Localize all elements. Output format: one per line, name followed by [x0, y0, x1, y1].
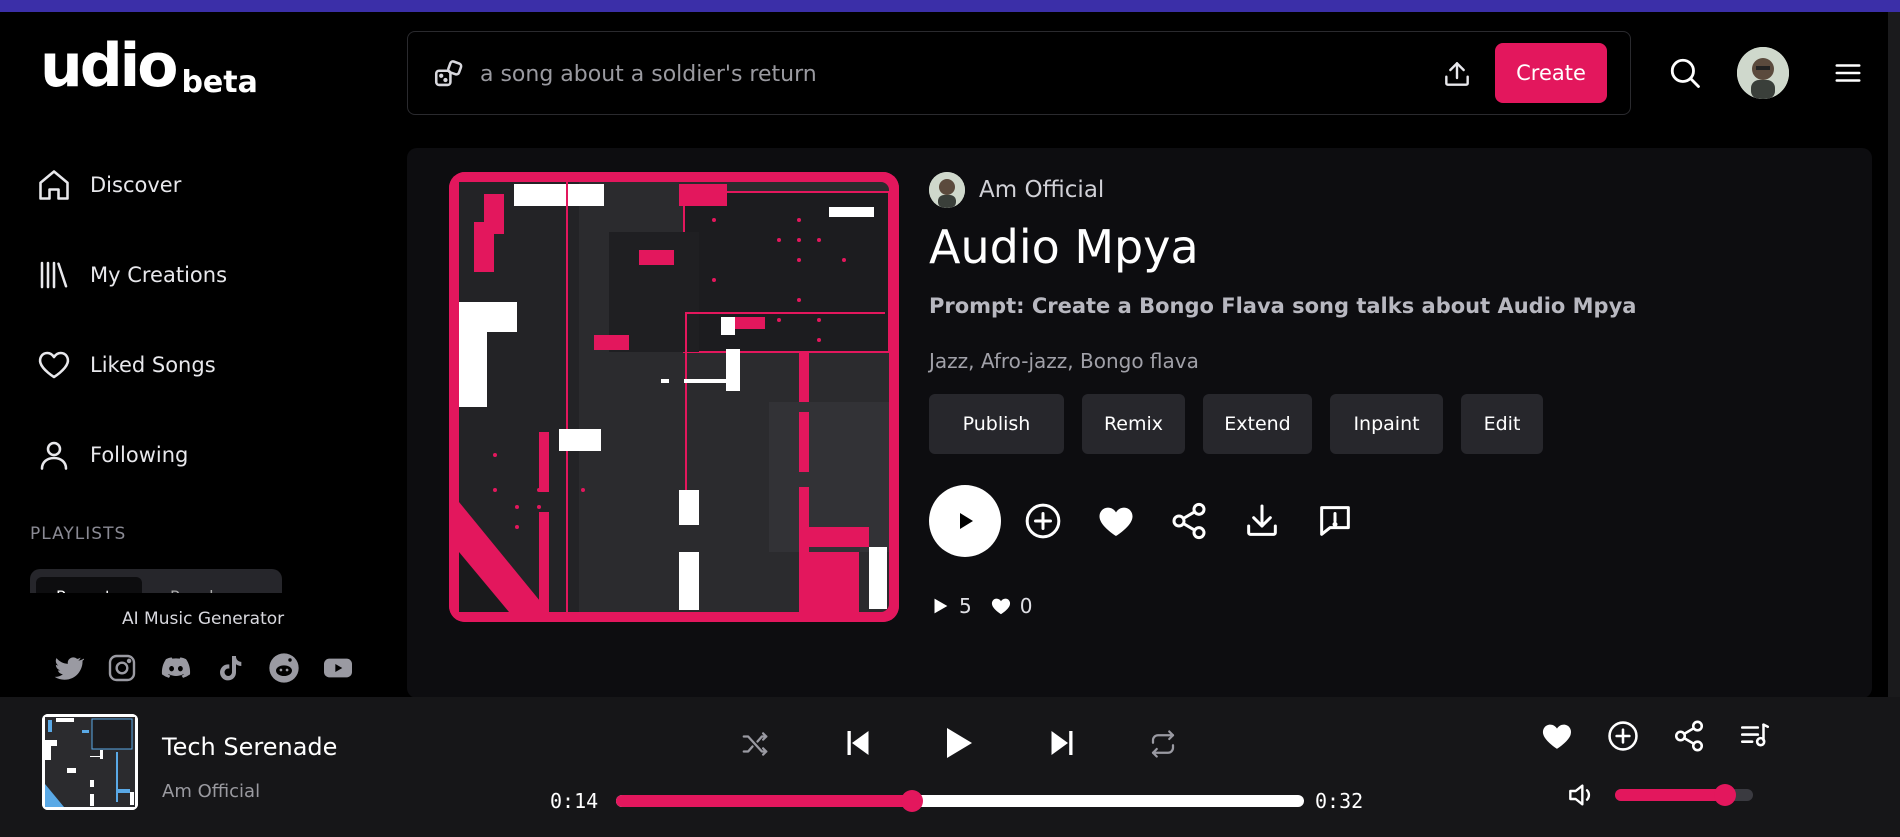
social-links [52, 652, 354, 684]
player-add-icon[interactable] [1606, 719, 1640, 753]
youtube-icon[interactable] [322, 652, 354, 684]
add-to-playlist-icon[interactable] [1023, 501, 1063, 541]
like-count-icon [991, 598, 1010, 615]
player-share-icon[interactable] [1672, 719, 1706, 753]
udio-logo[interactable]: udio beta [40, 31, 258, 101]
hamburger-menu-icon[interactable] [1832, 58, 1864, 88]
playback-progress-bar[interactable] [616, 790, 1304, 812]
create-button[interactable]: Create [1495, 43, 1607, 103]
song-prompt: Prompt: Create a Bongo Flava song talks … [929, 294, 1637, 318]
home-icon [39, 170, 69, 200]
extend-button[interactable]: Extend [1203, 394, 1312, 454]
like-count: 0 [1019, 594, 1033, 618]
play-song-button[interactable] [929, 485, 1001, 557]
now-playing-cover-image [42, 714, 138, 810]
search-icon[interactable] [1668, 56, 1702, 90]
shuffle-icon[interactable] [740, 729, 770, 759]
now-playing-bar: Tech Serenade Am Official 0:14 0:32 [0, 697, 1900, 837]
discord-icon[interactable] [160, 652, 192, 684]
library-icon [40, 261, 68, 289]
dice-icon[interactable] [432, 58, 466, 92]
sidebar-item-following[interactable]: Following [36, 433, 188, 477]
song-author[interactable]: Am Official [929, 172, 1104, 208]
queue-icon[interactable] [1738, 719, 1772, 753]
share-icon[interactable] [1169, 501, 1209, 541]
inpaint-button[interactable]: Inpaint [1330, 394, 1443, 454]
prompt-bar: Create [407, 31, 1631, 115]
volume-handle[interactable] [1714, 784, 1737, 806]
user-icon [40, 441, 68, 470]
page-scrollbar[interactable] [1888, 12, 1900, 697]
sidebar-item-label: My Creations [90, 263, 228, 287]
author-name: Am Official [979, 177, 1105, 203]
heart-icon [38, 351, 70, 379]
song-title: Audio Mpya [929, 220, 1199, 274]
current-time: 0:14 [550, 789, 599, 813]
remix-button[interactable]: Remix [1082, 394, 1185, 454]
download-icon[interactable] [1242, 501, 1282, 541]
playback-controls [740, 719, 1180, 769]
progress-handle[interactable] [900, 790, 923, 812]
logo-badge: beta [181, 65, 258, 100]
volume-slider[interactable] [1615, 784, 1753, 806]
cover-art-image [449, 172, 899, 622]
twitter-icon[interactable] [52, 652, 84, 684]
tiktok-icon[interactable] [214, 652, 246, 684]
volume-fill [1615, 789, 1726, 801]
previous-track-icon[interactable] [840, 725, 876, 761]
sidebar-item-liked-songs[interactable]: Liked Songs [36, 343, 216, 387]
publish-button[interactable]: Publish [929, 394, 1064, 454]
song-stats: 5 0 [929, 594, 1050, 618]
reddit-icon[interactable] [268, 652, 300, 684]
next-track-icon[interactable] [1044, 725, 1080, 761]
player-like-icon[interactable] [1540, 719, 1574, 753]
prompt-input[interactable] [480, 54, 1380, 94]
volume-icon[interactable] [1565, 779, 1597, 811]
sidebar-item-label: Liked Songs [90, 353, 216, 377]
play-pause-icon[interactable] [937, 723, 977, 763]
now-playing-title[interactable]: Tech Serenade [162, 733, 337, 761]
song-tags[interactable]: Jazz, Afro-jazz, Bongo flava [929, 349, 1199, 373]
play-count: 5 [959, 594, 972, 618]
top-accent-bar [0, 0, 1900, 12]
play-count-icon [934, 598, 948, 614]
ai-music-generator-label: AI Music Generator [122, 609, 285, 629]
playlist-tabs: Recents Popular [30, 569, 282, 593]
logo-wordmark: udio [40, 31, 178, 101]
sidebar-item-my-creations[interactable]: My Creations [36, 253, 227, 297]
author-avatar [929, 172, 965, 208]
author-avatar-image [929, 172, 965, 208]
upload-icon[interactable] [1441, 58, 1473, 90]
like-icon[interactable] [1096, 501, 1136, 541]
play-icon [960, 513, 973, 529]
progress-fill [616, 795, 912, 807]
repeat-icon[interactable] [1148, 729, 1178, 759]
now-playing-artist[interactable]: Am Official [162, 781, 260, 802]
sidebar-item-discover[interactable]: Discover [36, 163, 181, 207]
playlists-heading: PLAYLISTS [30, 524, 127, 544]
total-time: 0:32 [1315, 789, 1364, 813]
playlist-tab-recents[interactable]: Recents [36, 577, 142, 593]
sidebar-item-label: Discover [90, 173, 182, 197]
sidebar-item-label: Following [90, 443, 189, 467]
user-avatar[interactable] [1737, 47, 1789, 99]
now-playing-cover[interactable] [42, 714, 138, 810]
report-icon[interactable] [1315, 501, 1355, 541]
player-actions [1540, 719, 1804, 753]
song-cover-art[interactable] [449, 172, 899, 622]
avatar-image [1737, 47, 1789, 99]
instagram-icon[interactable] [106, 652, 138, 684]
song-controls [929, 485, 1355, 557]
edit-button[interactable]: Edit [1461, 394, 1543, 454]
playlist-tab-popular[interactable]: Popular [150, 577, 250, 593]
song-action-buttons: Publish Remix Extend Inpaint Edit [929, 394, 1561, 454]
